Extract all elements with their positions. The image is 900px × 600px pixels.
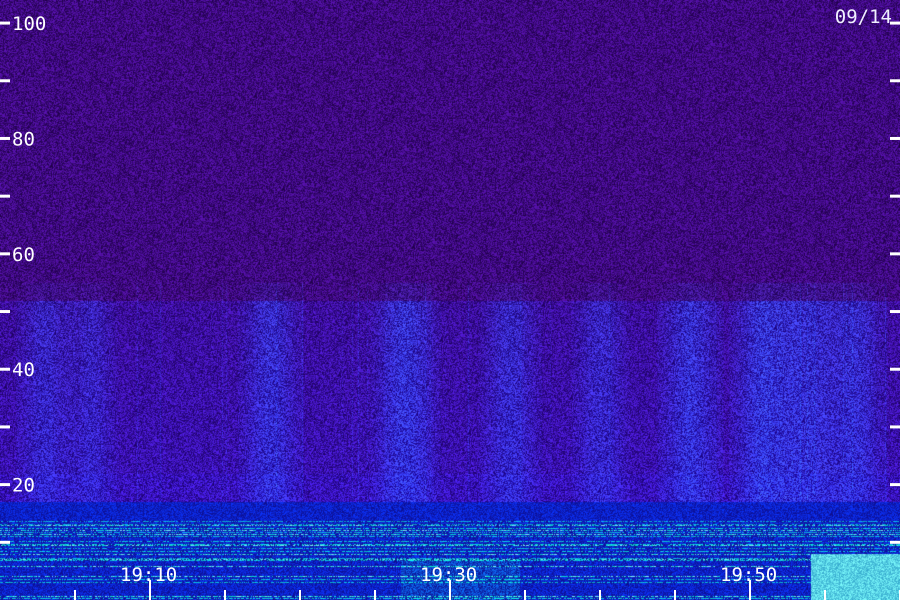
- date-label: 09/14: [834, 6, 892, 28]
- spectrogram-heatmap: [0, 0, 900, 600]
